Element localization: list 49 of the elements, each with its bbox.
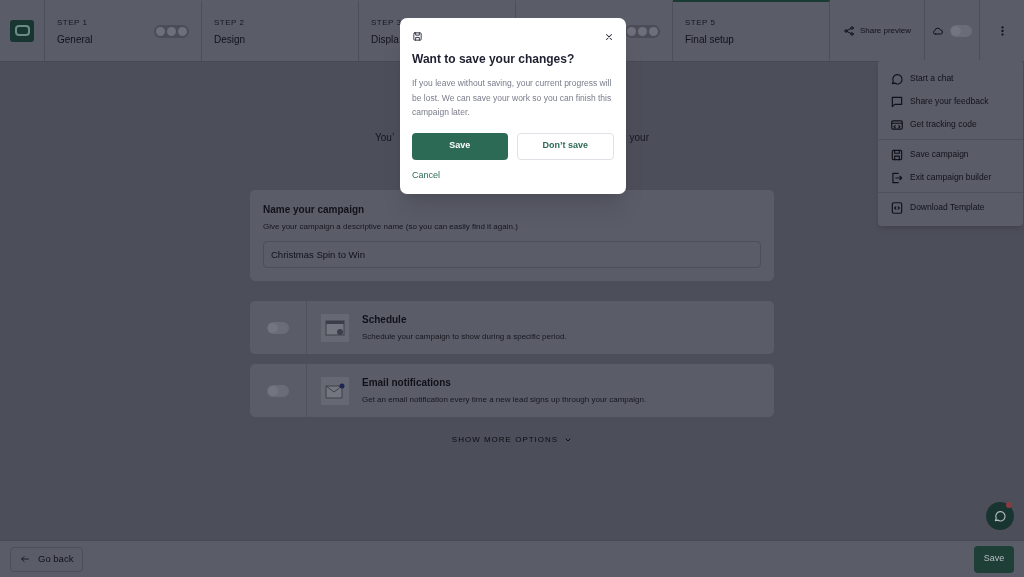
save-button[interactable]: Save (412, 132, 508, 160)
go-back-button[interactable]: Go back (10, 546, 84, 572)
arrow-left-icon (20, 554, 30, 564)
exit-icon (890, 170, 904, 185)
save-icon (890, 147, 904, 162)
dialog-message: If you leave without saving, your current progress will be lost. We can save your work so you can finish this campaign later. (412, 77, 613, 119)
close-icon (604, 31, 614, 42)
menu-item[interactable]: Start a chat (878, 67, 1023, 90)
cloud-icon (932, 24, 944, 37)
calendar-icon (321, 313, 349, 342)
step-tab[interactable]: STEP 2 Design (202, 0, 359, 61)
toggle-switch[interactable] (267, 321, 289, 334)
menu-item[interactable]: Get tracking code (878, 113, 1023, 136)
menu-item[interactable]: Share your feedback (878, 90, 1023, 113)
envelope-icon (321, 376, 349, 405)
chat-bubble-icon (993, 509, 1007, 523)
save-button[interactable]: Save (974, 545, 1014, 573)
menu-item[interactable]: Save campaign (878, 143, 1023, 166)
option-title: Email notifications (362, 376, 452, 390)
save-icon (412, 31, 423, 42)
step-number: STEP 5 (685, 16, 717, 29)
option-title: Schedule (362, 313, 408, 327)
share-icon (842, 24, 855, 37)
kebab-icon (1000, 25, 1004, 36)
chat-bubble-icon (890, 71, 904, 86)
toggle-switch[interactable] (267, 384, 289, 397)
toggle-switch[interactable] (950, 24, 972, 37)
step-label: General (57, 32, 93, 47)
code-window-icon (890, 117, 904, 132)
chevron-down-icon (564, 436, 573, 444)
step-label: Final setup (685, 32, 734, 47)
step-label: Design (214, 32, 246, 47)
option-description: Schedule your campaign to show during a specific period. (362, 331, 567, 343)
campaign-name-input[interactable]: Christmas Spin to Win (263, 241, 761, 268)
intro-text-fragment: You’ (375, 131, 395, 145)
close-button[interactable] (604, 31, 614, 42)
dont-save-button[interactable]: Don’t save (516, 132, 614, 160)
dialog-title: Want to save your changes? (412, 51, 576, 68)
step-number: STEP 2 (214, 16, 246, 29)
cancel-link[interactable]: Cancel (412, 168, 440, 182)
step-tab[interactable]: STEP 5 Final setup (673, 0, 830, 61)
logo-icon[interactable] (10, 19, 34, 42)
menu-item[interactable]: Download Template (878, 196, 1023, 219)
code-file-icon (890, 200, 904, 215)
step-label: Displa (371, 32, 400, 47)
show-more-options-button[interactable]: SHOW MORE OPTIONS (451, 434, 573, 446)
menu-item[interactable]: Exit campaign builder (878, 166, 1023, 189)
chat-button[interactable] (986, 502, 1014, 530)
card-title: Name your campaign (263, 203, 366, 217)
